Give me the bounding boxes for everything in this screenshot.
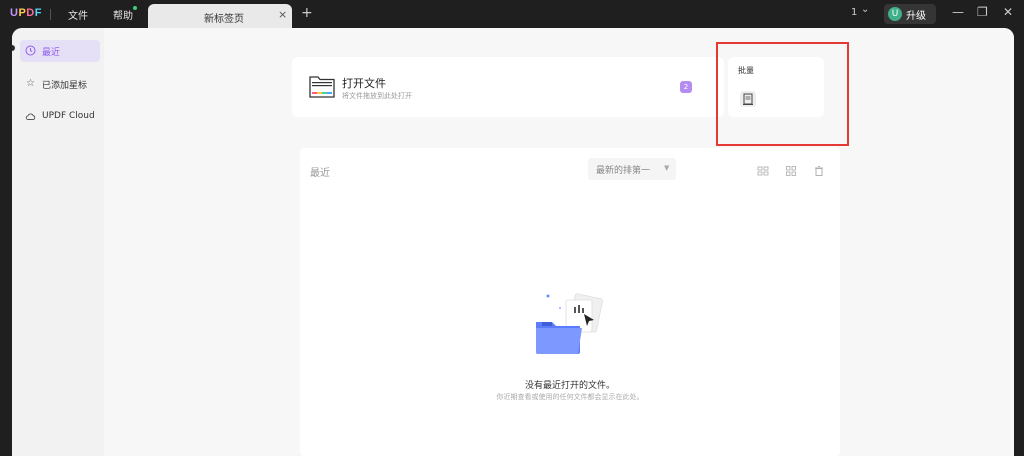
page-indicator[interactable]: 1: [851, 7, 857, 18]
grid-view-icon[interactable]: [785, 162, 797, 176]
sidebar-toggle-handle[interactable]: [12, 45, 15, 51]
tab-new-tab[interactable]: 新标签页 ×: [148, 4, 292, 28]
updf-logo[interactable]: UPDF: [10, 7, 42, 19]
sort-dropdown[interactable]: 最新的排第一 ▼: [588, 158, 676, 180]
title-bar: UPDF 文件 帮助 新标签页 × + 1 ⌄ U 升级 — ❐ ✕: [0, 0, 1024, 28]
chevron-down-icon[interactable]: ⌄: [861, 4, 869, 15]
logo-letter-f: F: [34, 7, 42, 19]
folder-icon: [308, 73, 336, 99]
sidebar-item-updf-cloud[interactable]: UPDF Cloud: [20, 106, 100, 128]
upgrade-button[interactable]: U 升级: [884, 4, 936, 24]
recent-heading: 最近: [310, 168, 330, 179]
menu-help[interactable]: 帮助: [113, 7, 133, 22]
batch-highlight-box: [716, 42, 849, 146]
star-icon: ☆: [26, 78, 35, 89]
home-content: 打开文件 将文件拖放到此处打开 2 批量 最近 最新的排第一 ▼ 没有最近打开的…: [104, 28, 1014, 456]
main-window: 最近 ☆ 已添加星标 UPDF Cloud 打开文件 将文件拖放到此处打开 2 …: [12, 28, 1014, 456]
empty-state-subtitle: 你近期查看或使用的任何文件都会显示在此处。: [496, 393, 644, 401]
open-file-badge: 2: [680, 81, 692, 93]
new-tab-plus-icon[interactable]: +: [301, 5, 313, 21]
sort-dropdown-label: 最新的排第一: [596, 166, 651, 176]
empty-state-title: 没有最近打开的文件。: [524, 381, 615, 391]
list-view-icon[interactable]: [757, 162, 769, 176]
logo-letter-d: D: [26, 7, 35, 19]
clock-icon: [25, 45, 36, 56]
sidebar-item-starred[interactable]: ☆ 已添加星标: [20, 73, 100, 95]
empty-folder-illustration: [534, 292, 614, 358]
sidebar-item-label: UPDF Cloud: [42, 111, 95, 121]
help-notification-dot: [133, 6, 137, 10]
tab-close-icon[interactable]: ×: [278, 8, 287, 21]
avatar: U: [888, 7, 902, 21]
sidebar-item-label: 已添加星标: [42, 81, 88, 91]
open-file-card[interactable]: 打开文件 将文件拖放到此处打开 2: [292, 57, 724, 117]
sidebar-item-label: 最近: [42, 48, 61, 58]
restore-icon[interactable]: ❐: [977, 5, 988, 19]
title-divider: [50, 9, 51, 20]
menu-file[interactable]: 文件: [68, 7, 88, 22]
sidebar: 最近 ☆ 已添加星标 UPDF Cloud: [12, 28, 104, 456]
minimize-icon[interactable]: —: [952, 5, 964, 19]
open-file-title: 打开文件: [342, 77, 386, 90]
trash-icon[interactable]: [813, 162, 825, 176]
caret-down-icon: ▼: [664, 164, 670, 172]
sidebar-item-recent[interactable]: 最近: [20, 40, 100, 62]
cloud-icon: [25, 111, 36, 122]
upgrade-label: 升级: [906, 11, 926, 22]
recent-files-panel: 最近 最新的排第一 ▼ 没有最近打开的文件。 你近期查看或使用的任何文件都会显示…: [300, 148, 840, 456]
tab-title: 新标签页: [204, 14, 244, 25]
open-file-subtitle: 将文件拖放到此处打开: [342, 92, 412, 100]
close-window-icon[interactable]: ✕: [1003, 5, 1013, 19]
